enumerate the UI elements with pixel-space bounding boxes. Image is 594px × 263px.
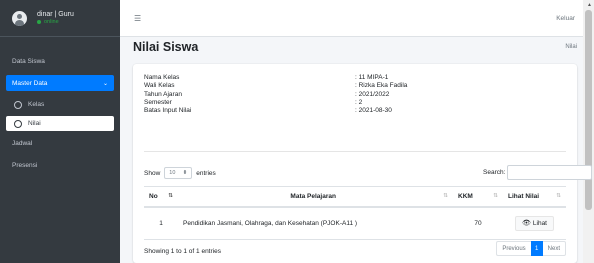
sort-icon: ⇅	[493, 193, 498, 200]
divider	[144, 151, 566, 152]
entries-length-control: Show 10 ⬍ entries	[144, 167, 216, 179]
column-header-mata-pelajaran[interactable]: Mata Pelajaran ⇅	[178, 186, 453, 208]
cell-mata-pelajaran: Pendidikan Jasmani, Olahraga, dan Keseha…	[178, 206, 453, 240]
info-row: Semester: 2	[144, 98, 363, 106]
logout-link[interactable]: Keluar	[556, 15, 575, 22]
circle-icon	[14, 100, 22, 109]
top-navbar: ☰ Keluar	[120, 0, 583, 37]
table-search: Search:	[483, 165, 593, 180]
lihat-button[interactable]: 👁 Lihat	[515, 215, 554, 231]
page-title: Nilai Siswa	[133, 40, 199, 54]
sidebar: dinar | Guru online Data Siswa Master Da…	[0, 0, 120, 263]
table-row: 1 Pendidikan Jasmani, Olahraga, dan Kese…	[144, 206, 566, 240]
sort-icon: ⇅	[556, 193, 561, 200]
status-dot-icon	[37, 19, 41, 24]
info-row: Nama Kelas: 11 MIPA-1	[144, 74, 389, 81]
sidebar-item-jadwal[interactable]: Jadwal	[6, 135, 114, 151]
hamburger-menu-icon[interactable]: ☰	[134, 14, 141, 23]
pagination-previous[interactable]: Previous	[496, 241, 531, 256]
scroll-up-arrow-icon[interactable]: ▲	[587, 2, 592, 8]
sidebar-item-nilai[interactable]: Nilai	[6, 116, 114, 131]
info-row: Wali Kelas: Rizka Eka Fadila	[144, 82, 408, 90]
cell-lihat-nilai: 👁 Lihat	[503, 206, 566, 240]
sidebar-item-presensi[interactable]: Presensi	[6, 157, 114, 173]
user-avatar-icon	[12, 10, 27, 26]
column-header-no[interactable]: No ⇅	[144, 186, 178, 208]
select-arrow-icon: ⬍	[182, 170, 188, 176]
chevron-down-icon: ⌄	[102, 80, 108, 87]
scrollbar-thumb[interactable]	[585, 10, 592, 210]
sidebar-nav: Data Siswa Master Data ⌄ Kelas Nilai Jadw…	[0, 37, 120, 173]
grades-table: No ⇅ Mata Pelajaran ⇅ KKM ⇅ Lihat Nilai ⇅ 1 …	[144, 186, 566, 240]
pagination-next[interactable]: Next	[542, 241, 566, 256]
info-row: Batas Input Nilai: 2021-08-30	[144, 107, 392, 115]
column-header-kkm[interactable]: KKM ⇅	[453, 186, 503, 208]
entries-select[interactable]: 10 ⬍	[164, 167, 193, 179]
sidebar-item-data-siswa[interactable]: Data Siswa	[6, 53, 114, 69]
content-card: Nama Kelas: 11 MIPA-1 Wali Kelas: Rizka …	[133, 64, 593, 263]
cell-kkm: 70	[453, 206, 503, 240]
sidebar-item-master-data[interactable]: Master Data ⌄	[6, 75, 114, 91]
page-scrollbar[interactable]: ▲	[583, 0, 594, 263]
cell-no: 1	[144, 206, 178, 240]
user-name: dinar | Guru	[37, 11, 74, 18]
sort-asc-icon: ⇅	[168, 193, 173, 200]
column-header-lihat-nilai[interactable]: Lihat Nilai ⇅	[503, 186, 566, 208]
circle-icon	[14, 119, 22, 128]
user-panel[interactable]: dinar | Guru online	[0, 0, 120, 37]
sidebar-item-kelas[interactable]: Kelas	[6, 97, 114, 112]
sort-icon: ⇅	[443, 193, 448, 200]
pagination-page-1[interactable]: 1	[530, 241, 543, 256]
class-info: Nama Kelas: 11 MIPA-1 Wali Kelas: Rizka …	[144, 74, 564, 115]
user-status: online	[37, 19, 74, 26]
eye-icon: 👁	[522, 220, 531, 228]
pagination: Previous 1 Next	[496, 241, 566, 256]
search-input[interactable]	[507, 165, 593, 180]
table-info: Showing 1 to 1 of 1 entries	[144, 248, 221, 255]
breadcrumb: Nilai	[565, 44, 577, 50]
table-header-row: No ⇅ Mata Pelajaran ⇅ KKM ⇅ Lihat Nilai ⇅	[144, 186, 566, 208]
info-row: Tahun Ajaran: 2021/2022	[144, 90, 390, 98]
